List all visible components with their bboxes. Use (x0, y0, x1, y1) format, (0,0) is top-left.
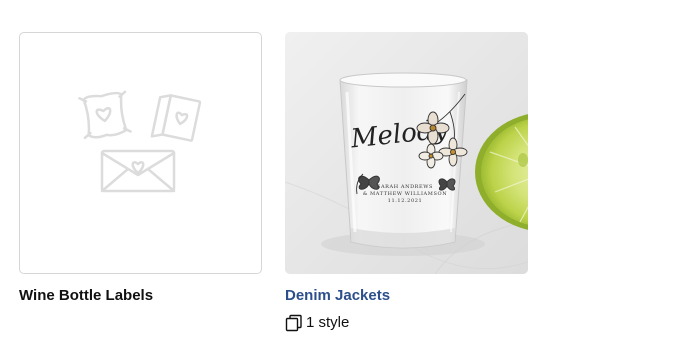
product-grid: Wine Bottle Labels Melody SARAH ANDREWS … (0, 0, 690, 340)
product-thumbnail[interactable]: Melody SARAH ANDREWS & MATTHEW WILLIAMSO… (285, 32, 528, 274)
glass-text-line1: SARAH ANDREWS (377, 184, 433, 190)
pillow-icon (78, 90, 132, 140)
stacked-pages-icon (285, 314, 302, 332)
glass-text-line2: & MATTHEW WILLIAMSON (363, 191, 447, 197)
placeholder-thumbnail[interactable] (19, 32, 262, 274)
styles-count-label: 1 style (306, 314, 350, 331)
shot-glass (339, 72, 468, 249)
greeting-card-icon (150, 94, 202, 142)
product-card-denim-jackets[interactable]: Melody SARAH ANDREWS & MATTHEW WILLIAMSO… (285, 32, 528, 332)
styles-count[interactable]: 1 style (285, 314, 528, 332)
placeholder-illustration (78, 90, 202, 193)
product-card-wine-bottle-labels[interactable]: Wine Bottle Labels (19, 32, 262, 305)
product-card-title[interactable]: Denim Jackets (285, 287, 528, 305)
envelope-heart-icon (100, 149, 176, 193)
shot-glass-photo: Melody SARAH ANDREWS & MATTHEW WILLIAMSO… (285, 32, 528, 274)
glass-text-line3: 11.12.2021 (388, 198, 423, 204)
product-card-title[interactable]: Wine Bottle Labels (19, 287, 262, 305)
